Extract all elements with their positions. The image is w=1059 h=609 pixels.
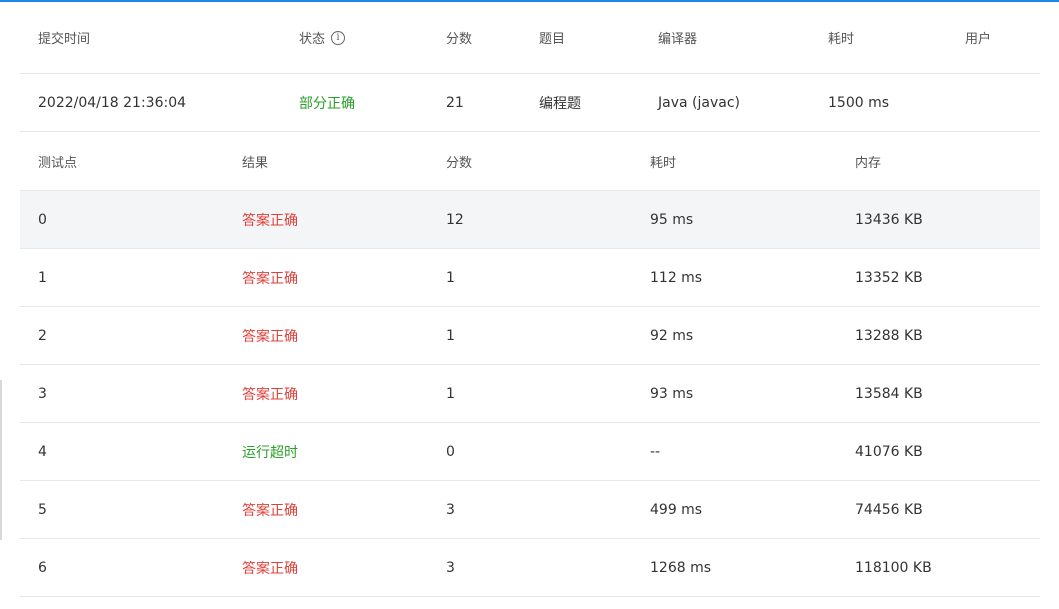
test-time: 92 ms <box>650 327 694 344</box>
test-id: 3 <box>38 385 47 402</box>
tests-header-memory: 内存 <box>855 155 882 171</box>
test-time: 499 ms <box>650 501 703 518</box>
test-id: 2 <box>38 327 47 344</box>
test-memory: 41076 KB <box>855 443 923 460</box>
test-memory: 13584 KB <box>855 385 923 402</box>
test-score: 0 <box>446 443 455 460</box>
table-row: 0 答案正确 12 95 ms 13436 KB <box>20 191 1040 249</box>
test-score: 1 <box>446 385 455 402</box>
submission-header-row: 提交时间 状态 i 分数 题目 编译器 耗时 用户 <box>20 2 1040 74</box>
tests-header-test-point: 测试点 <box>38 155 78 171</box>
submission-time: 1500 ms <box>828 94 890 111</box>
table-row: 4 运行超时 0 -- 41076 KB <box>20 423 1040 481</box>
header-status-label: 状态 <box>299 32 326 47</box>
test-time: 95 ms <box>650 211 694 228</box>
test-result: 答案正确 <box>242 270 298 287</box>
table-row: 2 答案正确 1 92 ms 13288 KB <box>20 307 1040 365</box>
test-result: 答案正确 <box>242 502 298 519</box>
test-time: 112 ms <box>650 269 703 286</box>
test-result: 答案正确 <box>242 386 298 403</box>
header-time: 耗时 <box>828 32 855 47</box>
header-status: 状态 i <box>299 2 346 73</box>
test-score: 1 <box>446 327 455 344</box>
submission-status[interactable]: 部分正确 <box>299 74 355 131</box>
info-circle-icon[interactable]: i <box>331 30 346 45</box>
test-memory: 118100 KB <box>855 559 932 576</box>
header-score: 分数 <box>446 32 473 47</box>
test-time: 1268 ms <box>650 559 712 576</box>
left-edge-divider <box>0 380 2 540</box>
test-memory: 13288 KB <box>855 327 923 344</box>
test-result: 运行超时 <box>242 444 298 461</box>
test-id: 1 <box>38 269 47 286</box>
test-score: 3 <box>446 559 455 576</box>
submission-detail-panel: 提交时间 状态 i 分数 题目 编译器 耗时 用户 2022/04/18 21:… <box>20 2 1040 609</box>
header-submit-time: 提交时间 <box>38 32 91 47</box>
test-result: 答案正确 <box>242 212 298 229</box>
test-id: 0 <box>38 211 47 228</box>
test-id: 6 <box>38 559 47 576</box>
submission-row: 2022/04/18 21:36:04 部分正确 21 编程题 Java (ja… <box>20 74 1040 132</box>
table-row: 1 答案正确 1 112 ms 13352 KB <box>20 249 1040 307</box>
header-compiler: 编译器 <box>658 32 698 47</box>
test-score: 3 <box>446 501 455 518</box>
header-user: 用户 <box>965 32 992 47</box>
test-result: 答案正确 <box>242 328 298 345</box>
table-row: 5 答案正确 3 499 ms 74456 KB <box>20 481 1040 539</box>
tests-header-score: 分数 <box>446 155 473 171</box>
table-row: 6 答案正确 3 1268 ms 118100 KB <box>20 539 1040 597</box>
test-result: 答案正确 <box>242 560 298 577</box>
submission-submit-time: 2022/04/18 21:36:04 <box>38 94 187 111</box>
test-id: 5 <box>38 501 47 518</box>
tests-header-row: 测试点 结果 分数 耗时 内存 <box>20 132 1040 191</box>
test-time: -- <box>650 443 661 460</box>
submission-compiler: Java (javac) <box>658 94 740 111</box>
submission-score: 21 <box>446 94 464 111</box>
header-problem: 题目 <box>539 32 566 47</box>
test-score: 12 <box>446 211 464 228</box>
submission-problem[interactable]: 编程题 <box>539 74 581 131</box>
test-id: 4 <box>38 443 47 460</box>
tests-header-time: 耗时 <box>650 155 677 171</box>
table-row: 3 答案正确 1 93 ms 13584 KB <box>20 365 1040 423</box>
test-time: 93 ms <box>650 385 694 402</box>
test-memory: 74456 KB <box>855 501 923 518</box>
test-memory: 13436 KB <box>855 211 923 228</box>
test-memory: 13352 KB <box>855 269 923 286</box>
test-score: 1 <box>446 269 455 286</box>
tests-header-result: 结果 <box>242 155 269 171</box>
